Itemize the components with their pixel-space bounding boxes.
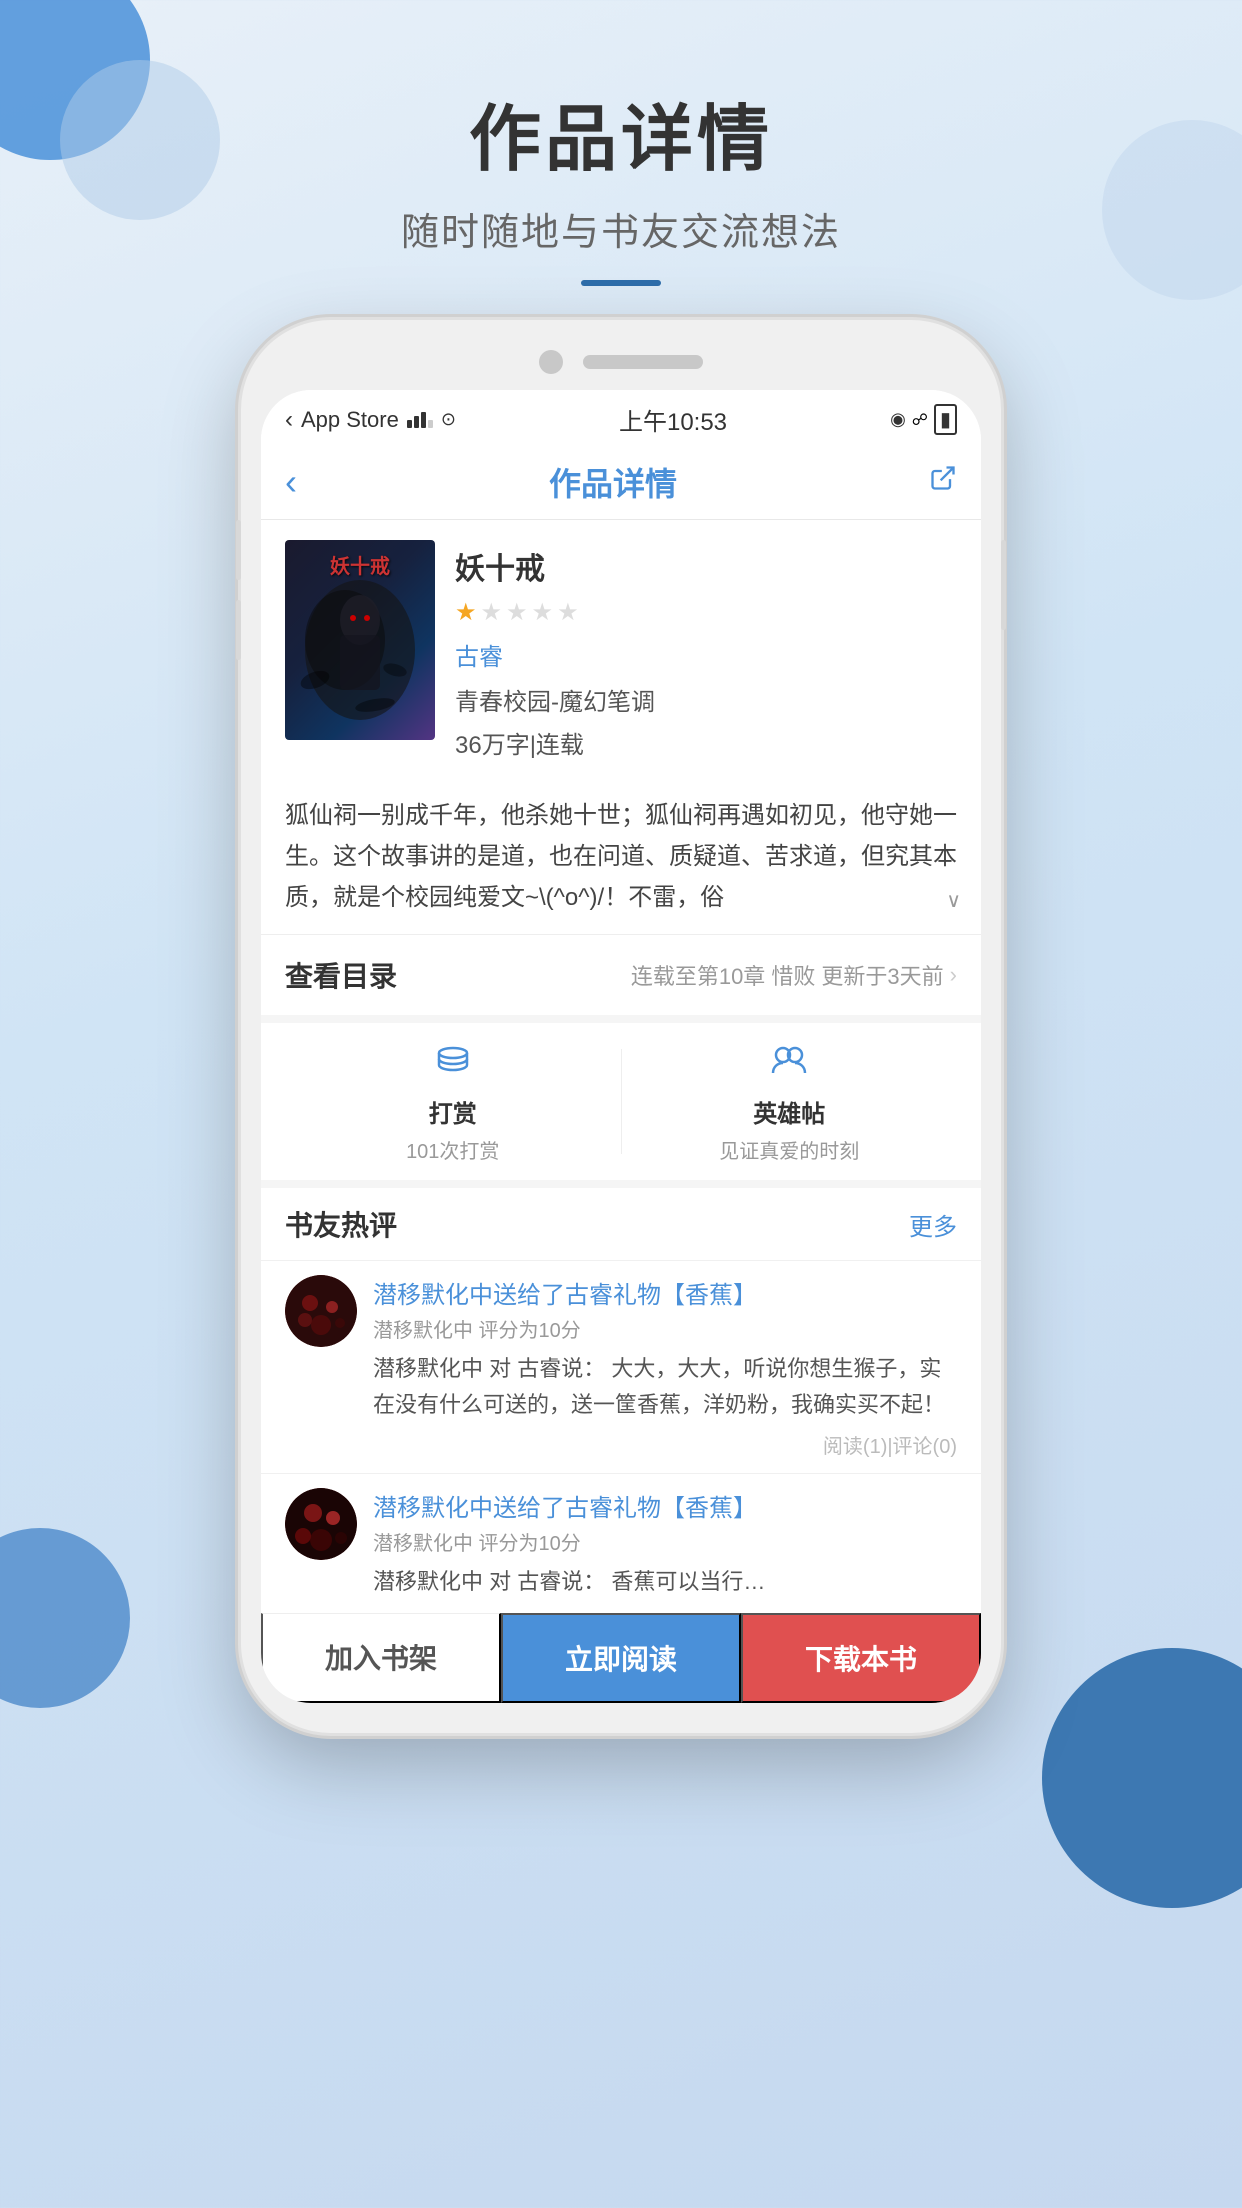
- hero-post-icon: [769, 1039, 809, 1088]
- review-content-1: 潜移默化中送给了古睿礼物【香蕉】 潜移默化中 评分为10分 潜移默化中 对 古睿…: [373, 1275, 957, 1458]
- signal-bar-4: [428, 420, 433, 428]
- signal-bar-2: [414, 416, 419, 428]
- page-header: 作品详情 随时随地与书友交流想法: [0, 80, 1242, 286]
- book-description-text: 狐仙祠一别成千年，他杀她十世；狐仙祠再遇如初见，他守她一生。这个故事讲的是道，也…: [285, 802, 957, 911]
- power-button: [1001, 540, 1006, 630]
- review-item-2: 潜移默化中送给了古睿礼物【香蕉】 潜移默化中 评分为10分 潜移默化中 对 古睿…: [261, 1473, 981, 1613]
- volume-up-button: [236, 520, 241, 580]
- reward-icon: [433, 1039, 473, 1088]
- review-text-2: 潜移默化中 对 古睿说： 香蕉可以当行…: [373, 1564, 957, 1599]
- review-title-2[interactable]: 潜移默化中送给了古睿礼物【香蕉】: [373, 1488, 957, 1523]
- app-store-label: App Store: [301, 407, 399, 433]
- book-name: 妖十戒: [455, 544, 957, 588]
- share-button[interactable]: [929, 464, 957, 500]
- wifi-icon: ⊙: [441, 409, 456, 430]
- phone-screen: ‹ App Store ⊙ 上午10:53 ◉ ☍ ▮: [261, 390, 981, 1703]
- star-5: ★: [557, 598, 579, 627]
- toc-updated: 更新于3天前: [821, 959, 943, 991]
- phone-frame: ‹ App Store ⊙ 上午10:53 ◉ ☍ ▮: [241, 320, 1001, 1733]
- phone-notch: [261, 350, 981, 374]
- toc-chapter: 连载至第10章 惜败: [631, 959, 816, 991]
- review-text-1: 潜移默化中 对 古睿说： 大大，大大，听说你想生猴子，实在没有什么可送的，送一筐…: [373, 1351, 957, 1421]
- book-cover: 妖十戒: [285, 540, 435, 740]
- hero-post-sub: 见证真爱的时刻: [719, 1135, 859, 1164]
- book-info-section: 妖十戒: [261, 520, 981, 780]
- review-avatar-1: [285, 1275, 357, 1347]
- signal-bar-1: [407, 420, 412, 428]
- reward-action[interactable]: 打赏 101次打赏: [285, 1039, 621, 1164]
- book-meta: 36万字|连载: [455, 725, 957, 760]
- star-rating: ★ ★ ★ ★ ★: [455, 598, 957, 627]
- hero-post-label: 英雄帖: [753, 1094, 825, 1129]
- hero-post-action[interactable]: 英雄帖 见证真爱的时刻: [622, 1039, 958, 1164]
- star-4: ★: [532, 598, 554, 627]
- nav-title: 作品详情: [549, 459, 677, 505]
- read-now-button[interactable]: 立即阅读: [501, 1613, 741, 1703]
- download-button[interactable]: 下载本书: [741, 1613, 981, 1703]
- toc-label: 查看目录: [285, 955, 397, 995]
- review-item-1: 潜移默化中送给了古睿礼物【香蕉】 潜移默化中 评分为10分 潜移默化中 对 古睿…: [261, 1260, 981, 1472]
- expand-icon[interactable]: ∨: [946, 884, 961, 918]
- status-time: 上午10:53: [619, 402, 727, 437]
- status-bar: ‹ App Store ⊙ 上午10:53 ◉ ☍ ▮: [261, 390, 981, 445]
- signal-bar-3: [421, 412, 426, 428]
- book-genre: 青春校园-魔幻笔调: [455, 682, 957, 717]
- signal-bars: [407, 412, 433, 428]
- reviews-header: 书友热评 更多: [261, 1188, 981, 1260]
- toc-info: 连载至第10章 惜败 更新于3天前 ›: [631, 959, 957, 991]
- book-details: 妖十戒 ★ ★ ★ ★ ★ 古睿 青春校园-魔幻笔调 36万字|连载: [455, 540, 957, 760]
- review-content-2: 潜移默化中送给了古睿礼物【香蕉】 潜移默化中 评分为10分 潜移默化中 对 古睿…: [373, 1488, 957, 1599]
- status-right: ◉ ☍ ▮: [890, 404, 957, 435]
- add-to-shelf-button[interactable]: 加入书架: [261, 1613, 501, 1703]
- action-bar: 打赏 101次打赏 英雄帖 见证真爱的时刻: [261, 1023, 981, 1188]
- page-subtitle: 随时随地与书友交流想法: [0, 201, 1242, 256]
- phone-camera: [539, 350, 563, 374]
- author-name[interactable]: 古睿: [455, 637, 957, 672]
- location-icon: ◉: [890, 409, 906, 430]
- review-author-2: 潜移默化中 评分为10分: [373, 1527, 957, 1556]
- review-avatar-2: [285, 1488, 357, 1560]
- page-title: 作品详情: [0, 80, 1242, 185]
- phone-speaker: [583, 355, 703, 369]
- reviews-section: 书友热评 更多: [261, 1188, 981, 1613]
- review-author-1: 潜移默化中 评分为10分: [373, 1314, 957, 1343]
- review-title-1[interactable]: 潜移默化中送给了古睿礼物【香蕉】: [373, 1275, 957, 1310]
- bg-decoration-5: [0, 1528, 130, 1708]
- bluetooth-icon: ☍: [912, 410, 928, 430]
- battery-icon: ▮: [934, 404, 957, 435]
- star-2: ★: [481, 598, 503, 627]
- status-left: ‹ App Store ⊙: [285, 406, 456, 434]
- chevron-right-icon: ›: [950, 962, 957, 988]
- page-divider: [581, 280, 661, 286]
- book-description: 狐仙祠一别成千年，他杀她十世；狐仙祠再遇如初见，他守她一生。这个故事讲的是道，也…: [261, 780, 981, 935]
- status-back-icon: ‹: [285, 406, 293, 434]
- back-button[interactable]: ‹: [285, 461, 297, 503]
- navigation-bar: ‹ 作品详情: [261, 445, 981, 520]
- bg-decoration-4: [1042, 1648, 1242, 1908]
- star-3: ★: [506, 598, 528, 627]
- reviews-title: 书友热评: [285, 1204, 397, 1244]
- star-1: ★: [455, 598, 477, 627]
- reward-label: 打赏: [429, 1094, 477, 1129]
- reviews-more-button[interactable]: 更多: [909, 1207, 957, 1242]
- book-cover-title-text: 妖十戒: [330, 550, 390, 579]
- phone-wrapper: ‹ App Store ⊙ 上午10:53 ◉ ☍ ▮: [241, 320, 1001, 1733]
- bottom-action-bar: 加入书架 立即阅读 下载本书: [261, 1613, 981, 1703]
- review-footer-1: 阅读(1)|评论(0): [373, 1430, 957, 1459]
- reward-count: 101次打赏: [406, 1135, 499, 1164]
- toc-bar[interactable]: 查看目录 连载至第10章 惜败 更新于3天前 ›: [261, 935, 981, 1023]
- book-cover-art: 妖十戒: [285, 540, 435, 740]
- volume-down-button: [236, 600, 241, 660]
